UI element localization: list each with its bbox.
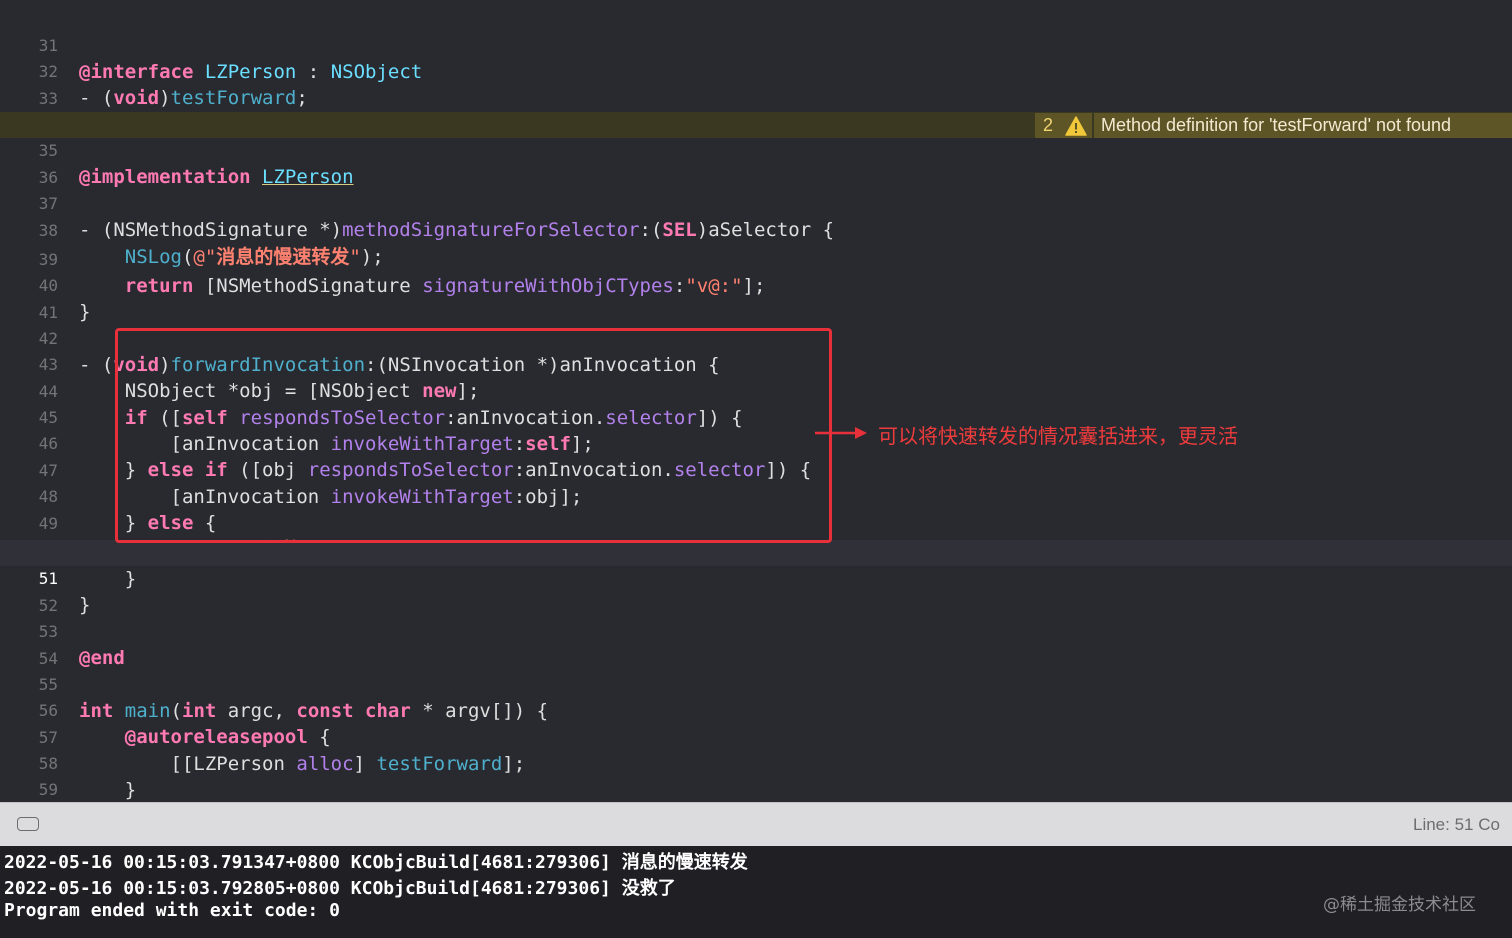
- code-line-current[interactable]: 51 }: [0, 540, 1512, 616]
- code-line[interactable]: 52: [0, 567, 1512, 615]
- console-output[interactable]: 2022-05-16 00:15:03.791347+0800 KCObjcBu…: [0, 846, 1512, 938]
- code-line[interactable]: 38 NSLog(@"消息的慢速转发");: [0, 192, 1512, 268]
- debug-bar: Line: 51 Co: [0, 802, 1512, 846]
- code-line[interactable]: 39 return [NSMethodSignature signatureWi…: [0, 221, 1512, 297]
- console-toggle-icon[interactable]: [17, 817, 39, 831]
- code-line[interactable]: 34: [0, 86, 1512, 134]
- warning-triangle-icon: [1065, 115, 1087, 136]
- code-line[interactable]: 37 - (NSMethodSignature *)methodSignatur…: [0, 165, 1512, 241]
- code-line[interactable]: 33 @end: [0, 60, 1512, 136]
- warning-message[interactable]: Method definition for 'testForward' not …: [1094, 113, 1512, 138]
- console-line: 2022-05-16 00:15:03.791347+0800 KCObjcBu…: [4, 852, 748, 873]
- code-line[interactable]: 57 [[LZPerson alloc] testForward];: [0, 699, 1512, 775]
- warning-count: 2: [1043, 115, 1054, 135]
- watermark: @稀土掘金技术社区: [1323, 895, 1476, 915]
- code-line[interactable]: 31 @interface LZPerson : NSObject: [0, 7, 1512, 83]
- code-line[interactable]: 56 @autoreleasepool {: [0, 672, 1512, 748]
- warning-badge[interactable]: 2: [1035, 113, 1092, 138]
- code-line[interactable]: 60 }: [0, 778, 1512, 802]
- annotation-text: 可以将快速转发的情况囊括进来，更灵活: [878, 424, 1238, 448]
- console-line: Program ended with exit code: 0: [4, 900, 340, 921]
- code-line[interactable]: 53 @end: [0, 593, 1512, 669]
- cursor-position: Line: 51 Co: [1413, 815, 1500, 834]
- arrow-right-icon: [815, 427, 867, 439]
- code-line[interactable]: 32 - (void)testForward;: [0, 33, 1512, 109]
- code-line[interactable]: 54: [0, 620, 1512, 668]
- console-line: 2022-05-16 00:15:03.792805+0800 KCObjcBu…: [4, 878, 676, 899]
- code-line[interactable]: 58 }: [0, 725, 1512, 801]
- highlight-box: [115, 328, 832, 543]
- code-line[interactable]: 42 - (void)forwardInvocation:(NSInvocati…: [0, 300, 1512, 376]
- code-line[interactable]: 59 return 0;: [0, 751, 1512, 799]
- code-line[interactable]: 40 }: [0, 247, 1512, 323]
- code-line[interactable]: 41: [0, 274, 1512, 322]
- code-editor[interactable]: 31 @interface LZPerson : NSObject 32 - (…: [0, 0, 1512, 802]
- code-line[interactable]: 36: [0, 139, 1512, 187]
- code-line[interactable]: 55 int main(int argc, const char * argv[…: [0, 646, 1512, 722]
